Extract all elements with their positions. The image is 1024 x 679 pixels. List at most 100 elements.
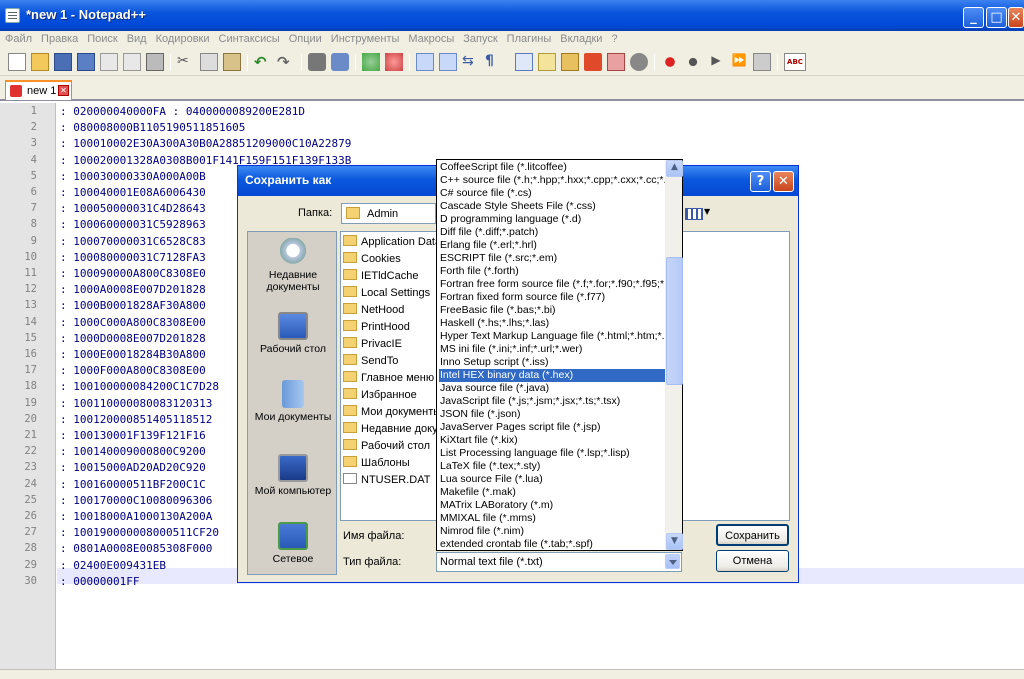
scroll-down-arrow-icon[interactable]: ▼ xyxy=(666,533,683,550)
zoom-in-icon[interactable] xyxy=(362,53,380,71)
filetype-option[interactable]: List Processing language file (*.lsp;*.l… xyxy=(439,447,665,460)
code-line[interactable]: : 100160000511BF200C1C xyxy=(60,478,206,491)
file-list-item[interactable]: PrintHood xyxy=(343,320,410,336)
menu-run[interactable]: Запуск xyxy=(458,31,501,45)
filetype-option[interactable]: Fortran free form source file (*.f;*.for… xyxy=(439,278,665,291)
filetype-option[interactable]: Diff file (*.diff;*.patch) xyxy=(439,226,665,239)
code-line[interactable]: : 100070000031C6528C83 xyxy=(60,235,206,248)
menu-plugins[interactable]: Плагины xyxy=(502,31,556,45)
save-all-icon[interactable] xyxy=(77,53,95,71)
filetype-option[interactable]: extended crontab file (*.tab;*.spf) xyxy=(439,538,665,551)
view-menu-arrow-icon[interactable]: ▼ xyxy=(704,207,710,216)
code-line[interactable]: : 100050000031C4D28643 xyxy=(60,202,206,215)
code-line[interactable]: : 1000C000A800C8308E00 xyxy=(60,316,206,329)
redo-icon[interactable]: ↷ xyxy=(277,53,295,71)
file-list-item[interactable]: PrivacIE xyxy=(343,337,402,353)
code-line[interactable]: : 100120000851405118512 xyxy=(60,413,212,426)
close-window-button[interactable]: ✕ xyxy=(1008,7,1024,28)
menu-search[interactable]: Поиск xyxy=(82,31,121,45)
cut-icon[interactable]: ✂ xyxy=(177,53,195,71)
code-line[interactable]: : 100170000C10080096306 xyxy=(60,494,212,507)
menu-encoding[interactable]: Кодировки xyxy=(151,31,214,45)
file-list-item[interactable]: Cookies xyxy=(343,252,401,268)
show-all-chars-icon[interactable]: ¶ xyxy=(485,53,503,71)
code-line[interactable]: : 10015000AD20AD20C920 xyxy=(60,461,206,474)
dialog-help-button[interactable]: ? xyxy=(750,171,771,192)
menu-file[interactable]: Файл xyxy=(0,31,36,45)
filetype-option[interactable]: Makefile (*.mak) xyxy=(439,486,665,499)
code-line[interactable]: : 100110000080083120313 xyxy=(60,397,212,410)
code-line[interactable]: : 100140009000800C9200 xyxy=(60,445,206,458)
tab-new-1[interactable]: new 1 ✕ xyxy=(5,80,72,100)
filetype-option[interactable]: MS ini file (*.ini;*.inf;*.url;*.wer) xyxy=(439,343,665,356)
play-macro-icon[interactable]: ▶ xyxy=(707,53,725,71)
code-line[interactable]: : 1000A0008E007D201828 xyxy=(60,283,206,296)
filetype-option[interactable]: MATrix LABoratory (*.m) xyxy=(439,499,665,512)
sync-h-icon[interactable] xyxy=(439,53,457,71)
dropdown-scrollbar[interactable]: ▲ ▼ xyxy=(665,160,683,550)
filetype-option[interactable]: D programming language (*.d) xyxy=(439,213,665,226)
filetype-dropdown-arrow-icon[interactable] xyxy=(665,554,680,569)
record-macro-icon[interactable] xyxy=(661,53,679,71)
folder-workspace-icon[interactable] xyxy=(607,53,625,71)
code-line[interactable]: : 02400E009431EB xyxy=(60,559,166,572)
code-line[interactable]: : 100130001F139F121F16 xyxy=(60,429,206,442)
code-line[interactable]: : 0801A0008E0085308F000 xyxy=(60,542,212,555)
file-list-item[interactable]: Local Settings xyxy=(343,286,430,302)
code-line[interactable]: : 100010002E30A300A30B0A28851209000C10A2… xyxy=(60,137,351,150)
file-list-item[interactable]: IETldCache xyxy=(343,269,418,285)
filetype-option[interactable]: Haskell (*.hs;*.lhs;*.las) xyxy=(439,317,665,330)
filetype-option[interactable]: FreeBasic file (*.bas;*.bi) xyxy=(439,304,665,317)
filetype-option[interactable]: Fortran fixed form source file (*.f77) xyxy=(439,291,665,304)
file-list-item[interactable]: Недавние доку xyxy=(343,422,438,438)
menu-settings[interactable]: Опции xyxy=(284,31,326,45)
filetype-option[interactable]: JavaScript file (*.js;*.jsm;*.jsx;*.ts;*… xyxy=(439,395,665,408)
filetype-option[interactable]: KiXtart file (*.kix) xyxy=(439,434,665,447)
filetype-option[interactable]: Lua source File (*.lua) xyxy=(439,473,665,486)
filetype-option[interactable]: LaTeX file (*.tex;*.sty) xyxy=(439,460,665,473)
filetype-combo[interactable]: Normal text file (*.txt) xyxy=(436,552,682,572)
filetype-option[interactable]: Forth file (*.forth) xyxy=(439,265,665,278)
save-macro-icon[interactable] xyxy=(753,53,771,71)
find-icon[interactable] xyxy=(308,53,326,71)
function-list-icon[interactable] xyxy=(584,53,602,71)
monitoring-icon[interactable] xyxy=(630,53,648,71)
dialog-close-button[interactable]: ✕ xyxy=(773,171,794,192)
filetype-option[interactable]: Java source file (*.java) xyxy=(439,382,665,395)
file-list-item[interactable]: Избранное xyxy=(343,388,417,404)
copy-icon[interactable] xyxy=(200,53,218,71)
filetype-option[interactable]: JavaServer Pages script file (*.jsp) xyxy=(439,421,665,434)
code-line[interactable]: : 100080000031C7128FA3 xyxy=(60,251,206,264)
code-line[interactable]: : 100040001E08A6006430 xyxy=(60,186,206,199)
code-line[interactable]: : 00000001FF xyxy=(60,575,139,588)
file-list-item[interactable]: Application Data xyxy=(343,235,441,251)
run-macro-multiple-icon[interactable]: ⏩ xyxy=(730,53,748,71)
menu-language[interactable]: Синтаксисы xyxy=(214,31,284,45)
word-wrap-icon[interactable]: ⇆ xyxy=(462,53,480,71)
udl-icon[interactable] xyxy=(538,53,556,71)
save-button[interactable]: Сохранить xyxy=(716,524,789,546)
tab-close-icon[interactable]: ✕ xyxy=(58,85,69,96)
scroll-up-arrow-icon[interactable]: ▲ xyxy=(666,160,683,177)
undo-icon[interactable]: ↶ xyxy=(254,53,272,71)
file-list-item[interactable]: SendTo xyxy=(343,354,398,370)
filetype-option[interactable]: Inno Setup script (*.iss) xyxy=(439,356,665,369)
doc-map-icon[interactable] xyxy=(561,53,579,71)
new-file-icon[interactable] xyxy=(8,53,26,71)
code-line[interactable]: : 100030000330A000A00B xyxy=(60,170,206,183)
zoom-out-icon[interactable] xyxy=(385,53,403,71)
replace-icon[interactable] xyxy=(331,53,349,71)
file-list-item[interactable]: Шаблоны xyxy=(343,456,410,472)
scroll-thumb[interactable] xyxy=(666,257,683,385)
file-list-item[interactable]: Главное меню xyxy=(343,371,434,387)
filetype-option[interactable]: Nimrod file (*.nim) xyxy=(439,525,665,538)
spellcheck-icon[interactable]: ABC xyxy=(784,53,806,71)
folder-combo[interactable]: Admin xyxy=(341,203,436,224)
code-line[interactable]: : 1000B0001828AF30A800 xyxy=(60,299,206,312)
code-line[interactable]: : 020000040000FA : 0400000089200E281D xyxy=(60,105,305,118)
code-line[interactable]: : 1000F000A800C8308E00 xyxy=(60,364,206,377)
open-file-icon[interactable] xyxy=(31,53,49,71)
close-all-icon[interactable] xyxy=(123,53,141,71)
save-icon[interactable] xyxy=(54,53,72,71)
place-my-computer[interactable]: Мой компьютер xyxy=(248,454,338,497)
